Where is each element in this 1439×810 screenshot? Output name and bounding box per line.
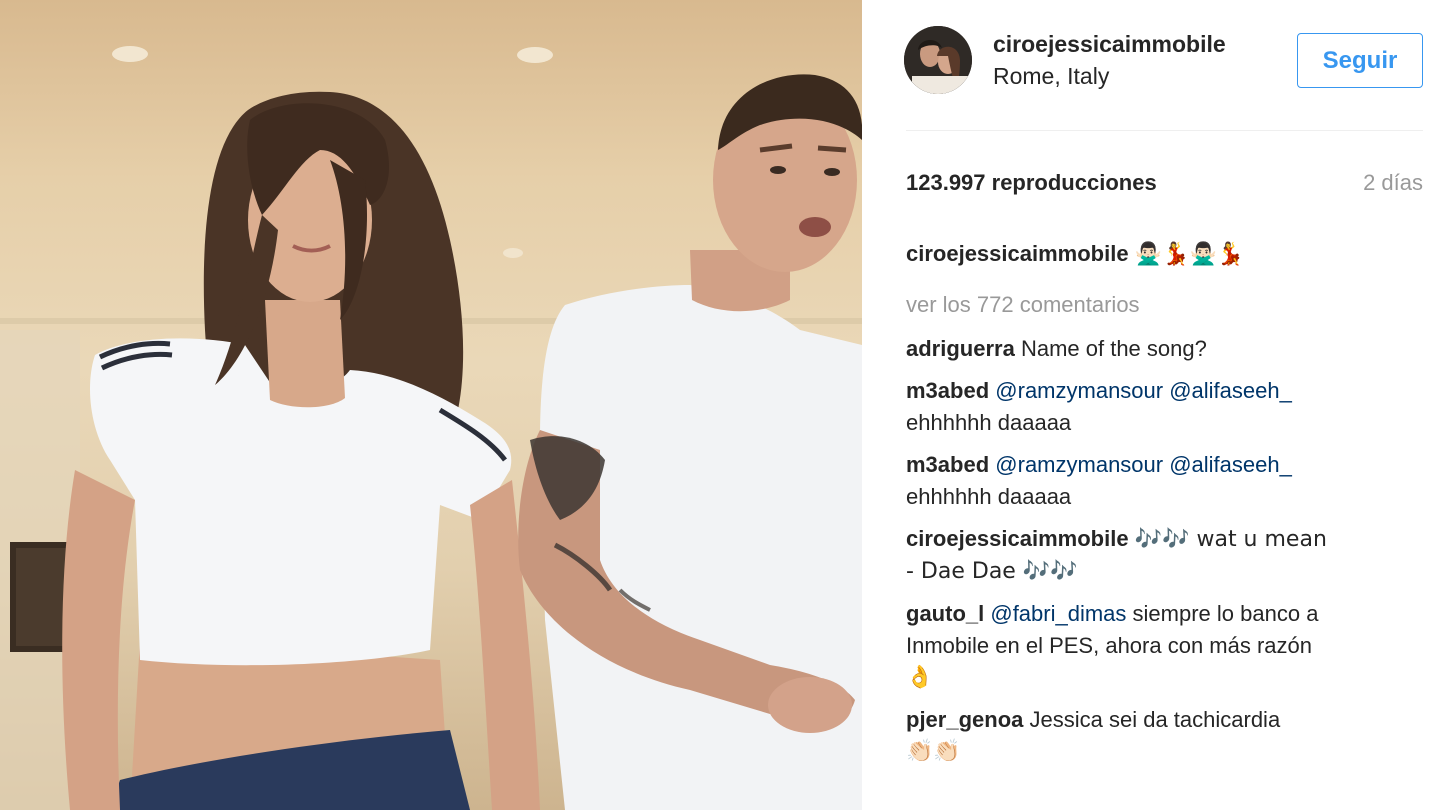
- caption-username[interactable]: ciroejessicaimmobile: [906, 241, 1129, 266]
- comment-text-continued: Inmobile en el PES, ahora con más razón: [906, 633, 1313, 658]
- comment-emoji: 👌: [906, 665, 934, 690]
- avatar[interactable]: [904, 26, 972, 94]
- follow-button[interactable]: Seguir: [1297, 33, 1423, 88]
- comment-text: Name of the song?: [1020, 336, 1207, 361]
- comment-item: adriguerra Name of the song?: [906, 333, 1423, 365]
- comment-text: Jessica sei da tachicardia: [1029, 707, 1281, 732]
- comment-item: m3abed @ramzymansour @alifaseeh_ ehhhhhh…: [906, 375, 1423, 439]
- view-all-comments-link[interactable]: ver los 772 comentarios: [906, 289, 1423, 321]
- comment-text: ehhhhhh daaaaa: [906, 484, 1072, 509]
- comment-username[interactable]: pjer_genoa: [906, 707, 1023, 732]
- header-divider: [906, 130, 1423, 131]
- post-side-panel: ciroejessicaimmobile Rome, Italy Seguir …: [862, 0, 1439, 810]
- comment-username[interactable]: m3abed: [906, 452, 989, 477]
- comments-section: ciroejessicaimmobile 🙅🏻‍♂️💃🙅🏻‍♂️💃 ver lo…: [906, 238, 1423, 778]
- comment-mentions[interactable]: @ramzymansour @alifaseeh_: [995, 378, 1292, 403]
- caption: ciroejessicaimmobile 🙅🏻‍♂️💃🙅🏻‍♂️💃: [906, 238, 1423, 271]
- comment-username[interactable]: m3abed: [906, 378, 989, 403]
- video-frame-illustration: [0, 46, 862, 810]
- post-header: ciroejessicaimmobile Rome, Italy Seguir: [862, 0, 1439, 130]
- post-time[interactable]: 2 días: [1363, 170, 1423, 196]
- comment-item: ciroejessicaimmobile 🎶🎶 wat u mean - Dae…: [906, 523, 1423, 588]
- comment-item: pjer_genoa Jessica sei da tachicardia 👏🏻…: [906, 704, 1423, 768]
- comment-username[interactable]: ciroejessicaimmobile: [906, 526, 1129, 551]
- comment-text: ehhhhhh daaaaa: [906, 410, 1072, 435]
- comment-emoji: 👏🏻👏🏻: [906, 739, 961, 764]
- caption-text: 🙅🏻‍♂️💃🙅🏻‍♂️💃: [1134, 242, 1245, 267]
- comment-mentions[interactable]: @fabri_dimas: [990, 601, 1126, 626]
- comment-item: gauto_l @fabri_dimas siempre lo banco a …: [906, 598, 1423, 694]
- comment-username[interactable]: gauto_l: [906, 601, 984, 626]
- post-author-username[interactable]: ciroejessicaimmobile: [993, 31, 1226, 58]
- comment-text: 🎶🎶 wat u mean: [1134, 527, 1327, 552]
- view-count: 123.997 reproducciones: [906, 170, 1157, 195]
- post-video[interactable]: [0, 0, 862, 810]
- comment-text: siempre lo banco a: [1132, 601, 1319, 626]
- comment-text-continued: - Dae Dae 🎶🎶: [906, 559, 1078, 584]
- comment-username[interactable]: adriguerra: [906, 336, 1015, 361]
- post-location[interactable]: Rome, Italy: [993, 63, 1109, 90]
- comment-mentions[interactable]: @ramzymansour @alifaseeh_: [995, 452, 1292, 477]
- post-stats: 123.997 reproducciones 2 días: [906, 170, 1423, 200]
- avatar-photo: [904, 26, 972, 94]
- comment-item: m3abed @ramzymansour @alifaseeh_ ehhhhhh…: [906, 449, 1423, 513]
